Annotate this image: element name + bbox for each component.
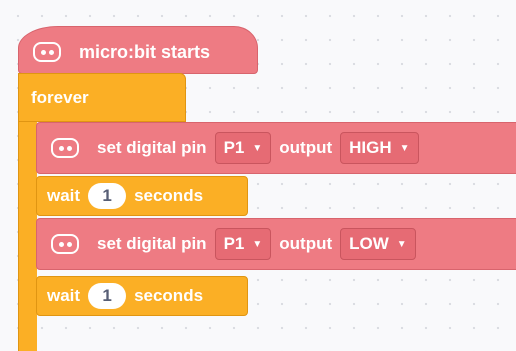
pin-dropdown-value: P1	[223, 234, 245, 253]
forever-block[interactable]: forever	[18, 73, 186, 122]
seconds-input[interactable]: 1	[88, 183, 127, 209]
wait-label: wait	[47, 186, 81, 205]
chevron-down-icon: ▼	[396, 238, 407, 250]
pin-dropdown-value: P1	[223, 138, 245, 157]
microbit-starts-block[interactable]: micro:bit starts	[18, 26, 258, 74]
set-digital-pin-block[interactable]: set digital pin P1 ▼ output LOW ▼	[36, 218, 516, 270]
output-value-dropdown[interactable]: LOW ▼	[340, 228, 416, 260]
seconds-input[interactable]: 1	[88, 283, 127, 309]
set-digital-pin-label: set digital pin	[97, 234, 207, 253]
forever-block-spine	[18, 118, 37, 351]
microbit-icon	[51, 138, 79, 158]
output-label: output	[279, 138, 333, 157]
forever-label: forever	[31, 88, 89, 107]
output-value-dropdown[interactable]: HIGH ▼	[340, 132, 419, 164]
wait-seconds-block[interactable]: wait 1 seconds	[36, 276, 248, 316]
microbit-icon	[33, 42, 61, 62]
chevron-down-icon: ▼	[252, 142, 263, 154]
output-value: HIGH	[349, 138, 392, 157]
wait-seconds-block[interactable]: wait 1 seconds	[36, 176, 248, 216]
output-label: output	[279, 234, 333, 253]
wait-label: wait	[47, 286, 81, 305]
pin-dropdown[interactable]: P1 ▼	[214, 132, 272, 164]
seconds-label: seconds	[134, 186, 204, 205]
seconds-label: seconds	[134, 286, 204, 305]
microbit-icon	[51, 234, 79, 254]
chevron-down-icon: ▼	[252, 238, 263, 250]
microbit-starts-label: micro:bit starts	[79, 41, 211, 62]
set-digital-pin-label: set digital pin	[97, 138, 207, 157]
chevron-down-icon: ▼	[399, 142, 410, 154]
output-value: LOW	[349, 234, 389, 253]
pin-dropdown[interactable]: P1 ▼	[214, 228, 272, 260]
set-digital-pin-block[interactable]: set digital pin P1 ▼ output HIGH ▼	[36, 122, 516, 174]
